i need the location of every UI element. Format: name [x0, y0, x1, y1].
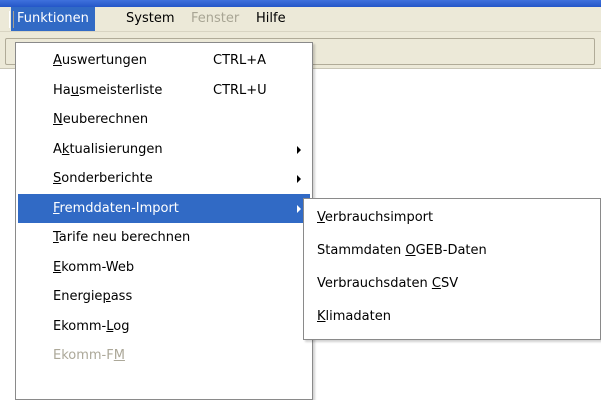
menu-item-label: Aktualisierungen — [53, 141, 163, 157]
grip-icon[interactable] — [9, 11, 14, 28]
menu-item-label: Stammdaten OGEB-Daten — [317, 243, 487, 258]
menu-item-label: Neuberechnen — [53, 112, 149, 127]
application-window: Funktionen System Fenster Hilfe Auswertu… — [0, 0, 601, 400]
menu-item-label: Verbrauchsimport — [317, 210, 434, 225]
fremddaten-import-submenu: Verbrauchsimport Stammdaten OGEB-Daten Ver… — [303, 198, 601, 340]
shortcut-label: CTRL+A — [213, 53, 267, 68]
menu-item-label: Fremddaten-Import — [53, 200, 179, 216]
submenu-item-verbrauchsimport[interactable]: Verbrauchsimport — [306, 203, 598, 232]
menu-item-tarife-neu-berechnen[interactable]: Tarife neu berechnen — [18, 223, 310, 252]
menu-item-label: Tarife neu berechnen — [53, 230, 191, 245]
funktionen-menu: Auswertungen CTRL+A Hausmeisterliste CTRL+U… — [15, 42, 313, 400]
submenu-item-verbrauchsdaten-csv[interactable]: Verbrauchsdaten CSV — [306, 269, 598, 298]
menu-item-fremddaten-import[interactable]: Fremddaten-Import — [18, 193, 310, 223]
menu-item-label: Sonderberichte — [53, 171, 153, 186]
menu-item-label: Ekomm-Log — [53, 318, 130, 334]
menubar-funktionen[interactable]: Funktionen — [11, 7, 95, 31]
submenu-item-klimadaten[interactable]: Klimadaten — [306, 302, 598, 331]
menu-item-aktualisierungen[interactable]: Aktualisierungen — [18, 135, 310, 164]
menu-item-neuberechnen[interactable]: Neuberechnen — [18, 105, 310, 134]
menu-item-auswertungen[interactable]: Auswertungen CTRL+A — [18, 46, 310, 75]
menu-item-ekomm-log[interactable]: Ekomm-Log — [18, 312, 310, 341]
title-bar — [0, 0, 601, 7]
menu-item-hausmeisterliste[interactable]: Hausmeisterliste CTRL+U — [18, 76, 310, 105]
submenu-item-stammdaten-ogeb-daten[interactable]: Stammdaten OGEB-Daten — [306, 236, 598, 265]
menu-bar: Funktionen System Fenster Hilfe — [0, 7, 601, 32]
menu-item-ekomm-web[interactable]: Ekomm-Web — [18, 253, 310, 282]
menu-item-label: Ekomm-Web — [53, 259, 135, 275]
menu-item-ekomm-fm[interactable]: Ekomm-FM — [18, 341, 310, 370]
triangle-right-icon — [297, 145, 301, 154]
menubar-system[interactable]: System — [120, 7, 180, 31]
shortcut-label: CTRL+U — [213, 82, 267, 98]
menu-item-label: Ekomm-FM — [53, 348, 125, 363]
menu-item-label: Energiepass — [53, 289, 133, 304]
triangle-right-icon — [297, 204, 301, 213]
menu-item-energiepass[interactable]: Energiepass — [18, 282, 310, 311]
menu-item-label: Klimadaten — [317, 309, 391, 324]
menu-item-label: Verbrauchsdaten CSV — [317, 276, 459, 291]
triangle-right-icon — [297, 175, 301, 183]
menu-item-label: Hausmeisterliste — [53, 82, 163, 98]
menubar-fenster[interactable]: Fenster — [185, 7, 245, 31]
menu-item-sonderberichte[interactable]: Sonderberichte — [18, 164, 310, 193]
menubar-hilfe[interactable]: Hilfe — [250, 7, 292, 31]
menu-item-label: Auswertungen — [53, 53, 147, 68]
